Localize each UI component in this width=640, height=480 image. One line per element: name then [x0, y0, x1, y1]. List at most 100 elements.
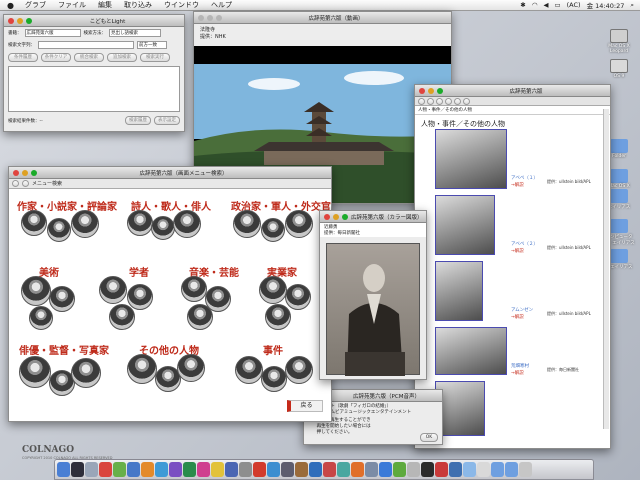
zoom-icon[interactable] — [437, 87, 443, 94]
app-icon[interactable] — [141, 462, 154, 477]
additional-search-button[interactable]: 追加検索 — [107, 53, 137, 62]
close-icon[interactable] — [324, 213, 330, 220]
app-icon[interactable] — [295, 462, 308, 477]
app-icon[interactable] — [197, 462, 210, 477]
minimize-icon[interactable] — [22, 169, 28, 176]
portrait-icon[interactable] — [49, 286, 75, 312]
zoom-in-icon[interactable] — [463, 98, 470, 105]
integrated-search-button[interactable]: 統合検索 — [74, 53, 104, 62]
people-titlebar[interactable]: 広辞苑第六版 — [415, 85, 610, 97]
category-scholars[interactable]: 学者 — [129, 264, 149, 279]
close-icon[interactable] — [8, 17, 14, 24]
menu-item-help[interactable]: ヘルプ — [205, 0, 238, 10]
photo-amundsen[interactable] — [435, 261, 483, 321]
print-icon[interactable] — [22, 180, 29, 187]
execute-search-button[interactable]: 検索実行 — [140, 53, 170, 62]
portrait-icon[interactable] — [261, 218, 285, 242]
app-icon[interactable] — [267, 462, 280, 477]
portrait-icon[interactable] — [99, 276, 127, 304]
portrait-icon[interactable] — [285, 284, 311, 310]
portrait-icon[interactable] — [259, 276, 287, 304]
app-icon[interactable] — [323, 462, 336, 477]
menu-clock[interactable]: 金 14:40:27 — [587, 0, 625, 10]
app-icon[interactable] — [435, 462, 448, 477]
portrait-icon[interactable] — [265, 304, 291, 330]
portrait-icon[interactable] — [21, 210, 47, 236]
event-photo-icon[interactable] — [261, 366, 287, 392]
portrait-icon[interactable] — [127, 210, 153, 236]
menu-item-grab[interactable]: グラブ — [19, 0, 52, 10]
portrait-icon[interactable] — [19, 356, 51, 388]
event-photo-icon[interactable] — [235, 356, 263, 384]
scrollbar[interactable] — [603, 109, 609, 429]
finder-icon[interactable] — [57, 462, 70, 477]
zoom-icon[interactable] — [26, 17, 32, 24]
portrait-icon[interactable] — [47, 218, 71, 242]
app-icon[interactable] — [281, 462, 294, 477]
portrait-icon[interactable] — [71, 210, 99, 238]
method-select[interactable]: 見出し語検索 — [109, 29, 161, 37]
app-icon[interactable] — [155, 462, 168, 477]
video-titlebar[interactable]: 広辞苑第六版（動画） — [194, 12, 451, 24]
app-icon[interactable] — [253, 462, 266, 477]
menu-item-window[interactable]: ウインドウ — [158, 0, 205, 10]
safari-icon[interactable] — [85, 462, 98, 477]
app-icon[interactable] — [421, 462, 434, 477]
app-icon[interactable] — [99, 462, 112, 477]
battery-icon[interactable]: ▭ — [554, 1, 560, 9]
home-icon[interactable] — [418, 98, 425, 105]
app-icon[interactable] — [449, 462, 462, 477]
event-photo-icon[interactable] — [285, 356, 313, 384]
app-icon[interactable] — [239, 462, 252, 477]
light-titlebar[interactable]: こどもとLight — [4, 15, 184, 27]
menu-item-edit[interactable]: 編集 — [92, 0, 118, 10]
back-icon[interactable] — [427, 98, 434, 105]
folder-icon[interactable] — [491, 462, 504, 477]
trash-icon[interactable] — [519, 462, 532, 477]
entry-name[interactable]: アベベ（２） — [511, 241, 538, 247]
close-icon[interactable] — [13, 169, 19, 176]
portrait-icon[interactable] — [21, 276, 51, 306]
portrait-icon[interactable] — [71, 358, 101, 388]
portrait-icon[interactable] — [127, 284, 153, 310]
app-icon[interactable] — [379, 462, 392, 477]
app-icon[interactable] — [337, 462, 350, 477]
portrait-icon[interactable] — [187, 304, 213, 330]
search-input[interactable] — [38, 41, 134, 49]
photo-abebe-2[interactable] — [435, 195, 495, 255]
portrait-icon[interactable] — [151, 216, 175, 240]
book-select[interactable]: 広辞苑第六版 — [24, 29, 81, 37]
search-history-button[interactable]: 検索履歴 — [125, 116, 151, 125]
zoom-icon[interactable] — [342, 213, 348, 220]
back-button[interactable]: 戻る — [287, 400, 323, 412]
photo-abebe-1[interactable] — [435, 129, 507, 189]
entry-name[interactable]: アベベ（１） — [511, 175, 538, 181]
minimize-icon[interactable] — [333, 213, 339, 220]
portrait-icon[interactable] — [181, 276, 207, 302]
history-condition-button[interactable]: 条件履歴 — [8, 53, 38, 62]
ok-button[interactable]: OK — [420, 433, 438, 442]
menu-titlebar[interactable]: 広辞苑第六版（画面メニュー検索） — [9, 167, 331, 179]
dashboard-icon[interactable] — [71, 462, 84, 477]
print-icon[interactable] — [445, 98, 452, 105]
spotlight-icon[interactable]: ⌕ — [630, 1, 634, 10]
wifi-icon[interactable]: ◠ — [532, 1, 538, 9]
display-settings-button[interactable]: 表示設定 — [154, 116, 180, 125]
app-icon[interactable] — [211, 462, 224, 477]
menu-item-file[interactable]: ファイル — [52, 0, 92, 10]
more-link[interactable]: →解説 — [511, 314, 524, 320]
minimize-icon[interactable] — [17, 17, 23, 24]
entry-name[interactable]: アムンゼン — [511, 307, 533, 313]
zoom-icon[interactable] — [31, 169, 37, 176]
bluetooth-icon[interactable]: ✱ — [520, 1, 525, 9]
portrait-icon[interactable] — [233, 210, 261, 238]
portrait-icon[interactable] — [285, 210, 313, 238]
app-icon[interactable] — [309, 462, 322, 477]
menu-item-capture[interactable]: 取り込み — [118, 0, 158, 10]
app-icon[interactable] — [351, 462, 364, 477]
portrait-icon[interactable] — [127, 354, 157, 384]
portrait-icon[interactable] — [173, 210, 201, 238]
portrait-icon[interactable] — [109, 304, 135, 330]
app-icon[interactable] — [407, 462, 420, 477]
minimize-icon[interactable] — [428, 87, 434, 94]
